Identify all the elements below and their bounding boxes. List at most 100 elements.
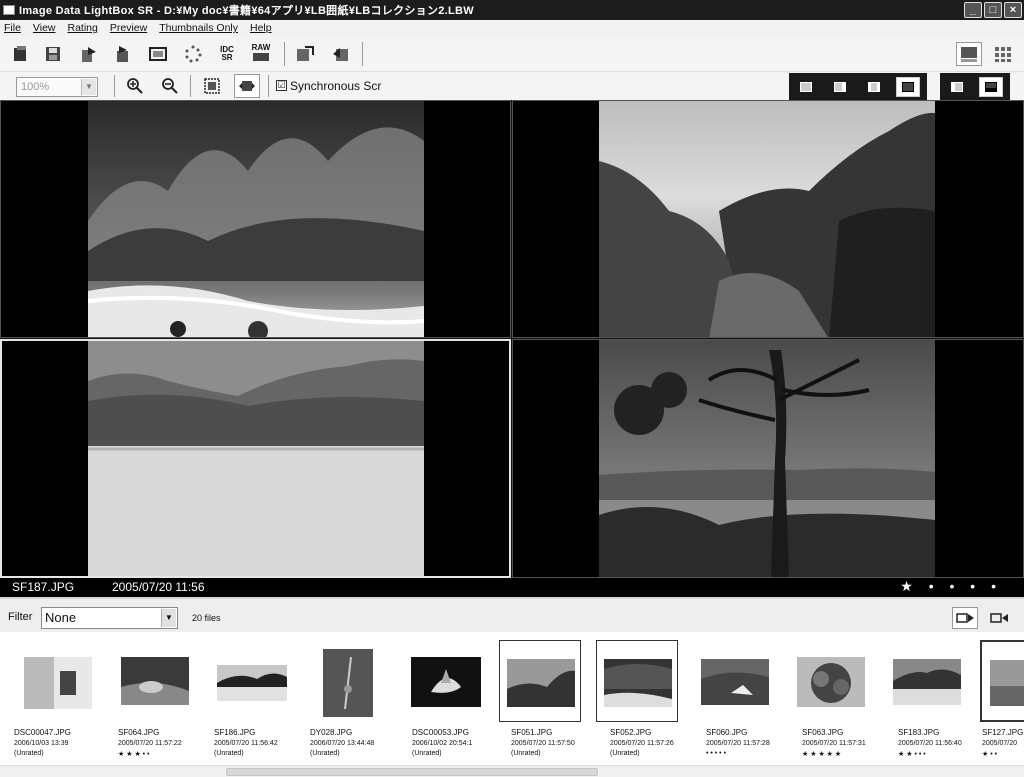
viewer-pane-1[interactable] (0, 100, 511, 338)
thumbnail-rating: ★ • • (982, 751, 998, 758)
thumbnail-frame (794, 640, 876, 722)
menu-help[interactable]: Help (250, 22, 272, 34)
idc-sr-button[interactable]: IDC SR (214, 42, 240, 66)
file-count: 20 files (192, 613, 221, 623)
layout-triple-button[interactable] (862, 77, 886, 97)
move-left-button[interactable] (952, 607, 978, 629)
export-button[interactable] (76, 42, 102, 66)
layout-double-button[interactable] (828, 77, 852, 97)
maximize-button[interactable]: □ (984, 2, 1002, 18)
panel-selector (940, 73, 1010, 100)
raw-button[interactable]: RAW (248, 42, 274, 66)
thumbnail-rating: ★ ★ ★ ★ ★ (802, 751, 842, 758)
title-bar: Image Data LightBox SR - D:¥My doc¥書籍¥64… (0, 0, 1024, 20)
menu-view[interactable]: View (33, 22, 56, 34)
synchronous-scroll-label: Synchronous Scr (290, 79, 382, 93)
raw-image-icon (253, 52, 269, 61)
zoom-out-button[interactable] (157, 74, 183, 98)
copy-out-button[interactable] (292, 42, 318, 66)
refresh-button[interactable] (180, 42, 206, 66)
scrollbar-thumb[interactable] (226, 768, 598, 776)
copy-in-button[interactable] (328, 42, 354, 66)
save-button[interactable] (40, 42, 66, 66)
panel-bottom-button[interactable] (979, 76, 1003, 97)
thumbnail-image (411, 657, 481, 707)
layout-quad-button[interactable] (896, 76, 920, 97)
viewer-pane-4[interactable] (512, 339, 1024, 578)
view-grid-button[interactable] (990, 42, 1016, 66)
thumbnail-date: 2005/07/20 11:57:31 (802, 740, 866, 747)
thumbnail-name: SF127.JPG (982, 728, 1024, 737)
thumbnail-date: 2005/07/20 11:57:26 (610, 740, 674, 747)
thumbnail-image (323, 649, 373, 717)
menu-thumbnails-only[interactable]: Thumbnails Only (159, 22, 238, 34)
minimize-button[interactable]: _ (964, 2, 982, 18)
sr-label: SR (221, 53, 233, 62)
thumbnail-image (797, 657, 865, 707)
thumbnail-name: SF060.JPG (706, 728, 748, 737)
fit-window-icon (204, 78, 220, 94)
thumbnail-item-selected[interactable]: SF051.JPG 2005/07/20 11:57:50 (Unrated) (497, 632, 595, 765)
current-rating-stars[interactable]: ★ • • • • (900, 578, 1002, 595)
filter-bar: Filter None ▼ 20 files (0, 597, 1024, 632)
thumbnail-frame (116, 640, 198, 722)
import-button[interactable] (110, 42, 136, 66)
thumbnail-name: SF052.JPG (610, 728, 652, 737)
close-button[interactable]: × (1004, 2, 1022, 18)
thumbnail-item[interactable]: SF183.JPG 2005/07/20 11:56:40 ★ ★ • • • (884, 632, 982, 765)
chevron-down-icon: ▼ (161, 609, 176, 627)
horizontal-scrollbar[interactable] (0, 765, 1024, 777)
toolbar-separator (362, 42, 363, 66)
thumbnail-strip: DSC00047.JPG 2006/10/03 13:39 (Unrated) … (0, 632, 1024, 765)
layout-double-icon (834, 81, 846, 92)
view-preview-button[interactable] (956, 42, 982, 66)
image-viewer (0, 100, 1024, 578)
thumbnail-name: DSC00047.JPG (14, 728, 71, 737)
menu-preview[interactable]: Preview (110, 22, 147, 34)
fit-window-button[interactable] (199, 74, 225, 98)
zoom-value: 100% (21, 81, 50, 93)
move-right-button[interactable] (986, 607, 1012, 629)
thumbnail-image (701, 659, 769, 705)
zoom-in-button[interactable] (122, 74, 148, 98)
thumbnail-item[interactable]: SF186.JPG 2005/07/20 11:56:42 (Unrated) (200, 632, 298, 765)
raw-label: RAW (251, 42, 271, 52)
thumbnail-date: 2005/07/20 (982, 740, 1018, 747)
thumbnail-date: 2006/10/02 20:54:1 (412, 740, 473, 747)
photo-tree-lake (599, 340, 935, 577)
thumbnail-item[interactable]: SF063.JPG 2005/07/20 11:57:31 ★ ★ ★ ★ ★ (788, 632, 886, 765)
menu-rating[interactable]: Rating (68, 22, 98, 34)
slideshow-button[interactable] (146, 42, 172, 66)
toolbar-separator (190, 75, 191, 97)
thumbnail-frame (499, 640, 581, 722)
grid-mode-icon (995, 47, 1011, 62)
thumbnail-item[interactable]: SF060.JPG 2005/07/20 11:57:28 • • • • • (692, 632, 790, 765)
viewer-pane-2[interactable] (512, 100, 1024, 338)
thumbnail-name: SF064.JPG (118, 728, 160, 737)
import-icon (117, 46, 128, 62)
menu-file[interactable]: File (4, 22, 21, 34)
thumbnail-item[interactable]: SF064.JPG 2005/07/20 11:57:22 ★ ★ ★ • • (104, 632, 202, 765)
thumbnail-item-current[interactable]: SF127.JPG 2005/07/20 ★ • • (980, 632, 1024, 765)
open-button[interactable] (8, 42, 34, 66)
viewer-pane-3-selected[interactable] (0, 339, 511, 578)
zoom-select[interactable]: 100% ▼ (16, 77, 98, 97)
thumbnail-frame (596, 640, 678, 722)
thumbnail-item[interactable]: DSC00053.JPG 2006/10/02 20:54:1 (Unrated… (398, 632, 496, 765)
preview-mode-icon (961, 47, 977, 62)
panel-side-button[interactable] (945, 77, 969, 97)
actual-size-icon (239, 81, 255, 91)
actual-size-button[interactable] (234, 74, 260, 98)
filter-select[interactable]: None ▼ (41, 607, 178, 629)
layout-quad-icon (902, 81, 914, 92)
layout-single-button[interactable] (794, 77, 818, 97)
thumbnail-image (893, 659, 961, 705)
synchronous-scroll-checkbox[interactable]: ☑ (276, 80, 287, 91)
thumbnail-item-selected[interactable]: SF052.JPG 2005/07/20 11:57:26 (Unrated) (596, 632, 694, 765)
thumbnail-date: 2006/10/03 13:39 (14, 740, 69, 747)
thumbnail-item[interactable]: DY028.JPG 2006/07/20 13:44:48 (Unrated) (296, 632, 394, 765)
save-icon (46, 47, 60, 61)
thumbnail-date: 2005/07/20 11:57:50 (511, 740, 575, 747)
export-icon (82, 47, 96, 62)
thumbnail-item[interactable]: DSC00047.JPG 2006/10/03 13:39 (Unrated) (0, 632, 98, 765)
